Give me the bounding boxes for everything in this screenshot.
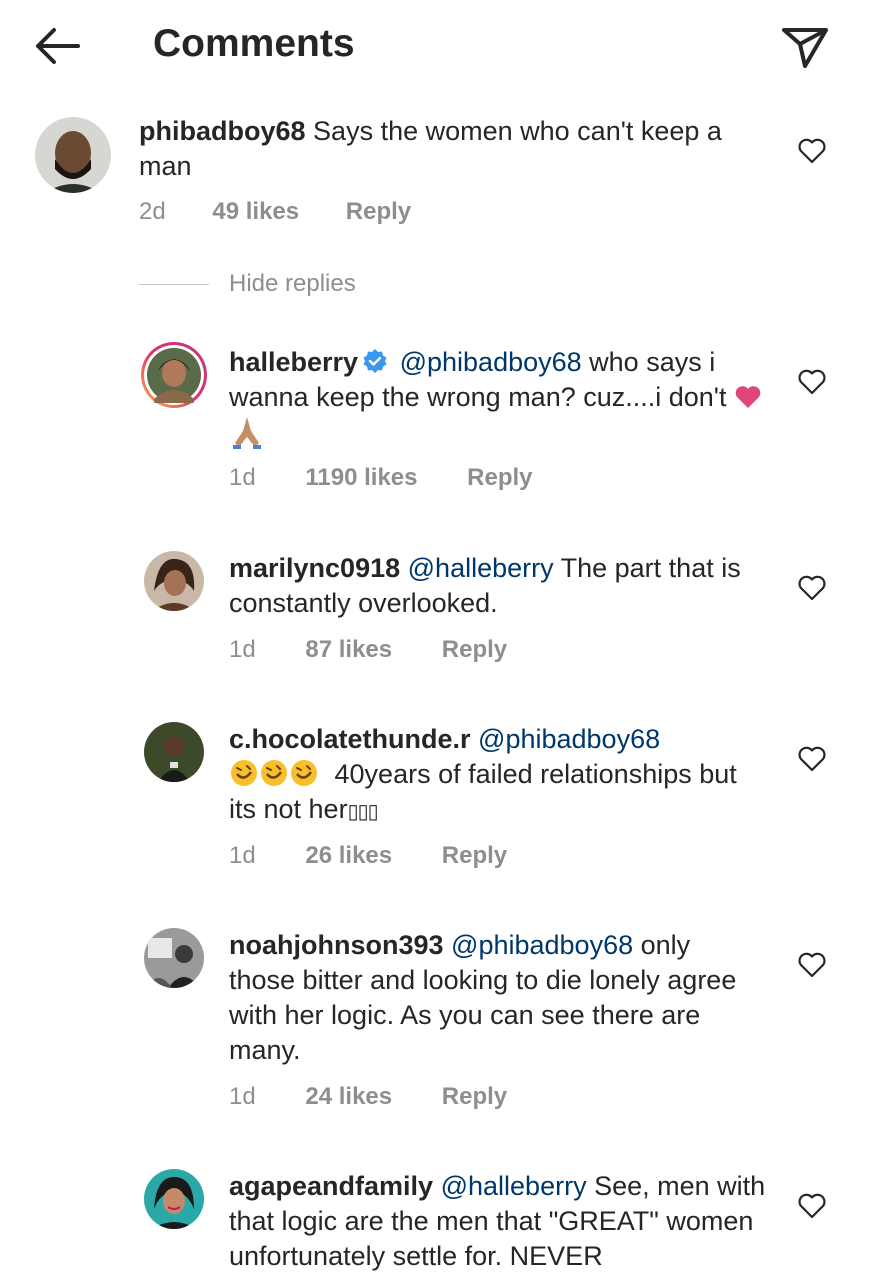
comment-username[interactable]: halleberry xyxy=(229,347,358,377)
back-button[interactable] xyxy=(30,22,86,70)
comment-username[interactable]: marilync0918 xyxy=(229,553,400,583)
like-button[interactable] xyxy=(796,572,828,604)
praying-hands-emoji-icon xyxy=(233,417,261,449)
like-button[interactable] xyxy=(796,743,828,775)
divider xyxy=(139,284,209,286)
comment-time: 1d xyxy=(229,464,256,491)
avatar[interactable] xyxy=(144,928,204,988)
avatar[interactable] xyxy=(140,341,208,409)
mention-link[interactable]: @phibadboy68 xyxy=(478,724,660,754)
heart-outline-icon xyxy=(798,138,826,164)
avatar[interactable] xyxy=(144,722,204,782)
like-button[interactable] xyxy=(796,1190,828,1222)
comment-likes[interactable]: 24 likes xyxy=(305,1083,392,1111)
comment-meta: 1d 1190 likes Reply xyxy=(229,464,533,492)
share-button[interactable] xyxy=(778,20,832,74)
unsupported-glyphs: ▯▯▯ xyxy=(347,801,379,823)
comment-text: phibadboy68 Says the women who can't kee… xyxy=(139,114,779,184)
rofl-emoji-icon xyxy=(231,760,257,786)
pink-heart-emoji-icon xyxy=(735,386,761,408)
comment-likes[interactable]: 1190 likes xyxy=(305,464,417,492)
comment-likes[interactable]: 49 likes xyxy=(212,198,299,226)
rofl-emoji-icon xyxy=(261,760,287,786)
like-button[interactable] xyxy=(796,366,828,398)
mention-link[interactable]: @phibadboy68 xyxy=(451,930,633,960)
reply-button[interactable]: Reply xyxy=(442,1083,507,1111)
reply-button[interactable]: Reply xyxy=(467,464,532,492)
comments-header: Comments xyxy=(0,0,872,96)
comment-likes[interactable]: 87 likes xyxy=(305,636,392,664)
avatar[interactable] xyxy=(35,117,111,193)
comment-time: 1d xyxy=(229,636,256,663)
hide-replies-label: Hide replies xyxy=(229,270,356,297)
comment-username[interactable]: noahjohnson393 xyxy=(229,930,444,960)
comment-text: marilync0918 @halleberry The part that i… xyxy=(229,551,769,621)
comment-text: agapeandfamily @halleberry See, men with… xyxy=(229,1169,769,1274)
verified-badge-icon xyxy=(363,349,387,373)
mention-link[interactable]: @halleberry xyxy=(441,1171,587,1201)
heart-outline-icon xyxy=(798,575,826,601)
arrow-left-icon xyxy=(36,28,80,64)
avatar[interactable] xyxy=(144,551,204,611)
heart-outline-icon xyxy=(798,1193,826,1219)
comment-meta: 1d 26 likes Reply xyxy=(229,842,507,870)
heart-outline-icon xyxy=(798,746,826,772)
comment-username[interactable]: c.hocolatethunde.r xyxy=(229,724,471,754)
comment-text: halleberry @phibadboy68 who says i wanna… xyxy=(229,345,769,454)
rofl-emoji-icon xyxy=(291,760,317,786)
comment-meta: 1d 24 likes Reply xyxy=(229,1083,507,1111)
comment-time: 2d xyxy=(139,198,166,225)
reply-button[interactable]: Reply xyxy=(442,842,507,870)
mention-link[interactable]: @phibadboy68 xyxy=(400,347,582,377)
paper-plane-icon xyxy=(782,28,828,68)
comment-time: 1d xyxy=(229,1083,256,1110)
avatar[interactable] xyxy=(144,1169,204,1229)
mention-link[interactable]: @halleberry xyxy=(408,553,554,583)
comment-username[interactable]: phibadboy68 xyxy=(139,116,306,146)
comment-time: 1d xyxy=(229,842,256,869)
page-title: Comments xyxy=(153,22,355,65)
like-button[interactable] xyxy=(796,135,828,167)
like-button[interactable] xyxy=(796,949,828,981)
heart-outline-icon xyxy=(798,952,826,978)
comment-text: noahjohnson393 @phibadboy68 only those b… xyxy=(229,928,749,1068)
reply-button[interactable]: Reply xyxy=(442,636,507,664)
hide-replies-toggle[interactable]: Hide replies xyxy=(139,270,356,298)
comment-text: c.hocolatethunde.r @phibadboy68 40years … xyxy=(229,722,769,830)
comment-meta: 1d 87 likes Reply xyxy=(229,636,507,664)
comment-username[interactable]: agapeandfamily xyxy=(229,1171,433,1201)
comment-meta: 2d 49 likes Reply xyxy=(139,198,411,226)
comment-likes[interactable]: 26 likes xyxy=(305,842,392,870)
reply-button[interactable]: Reply xyxy=(346,198,411,226)
heart-outline-icon xyxy=(798,369,826,395)
